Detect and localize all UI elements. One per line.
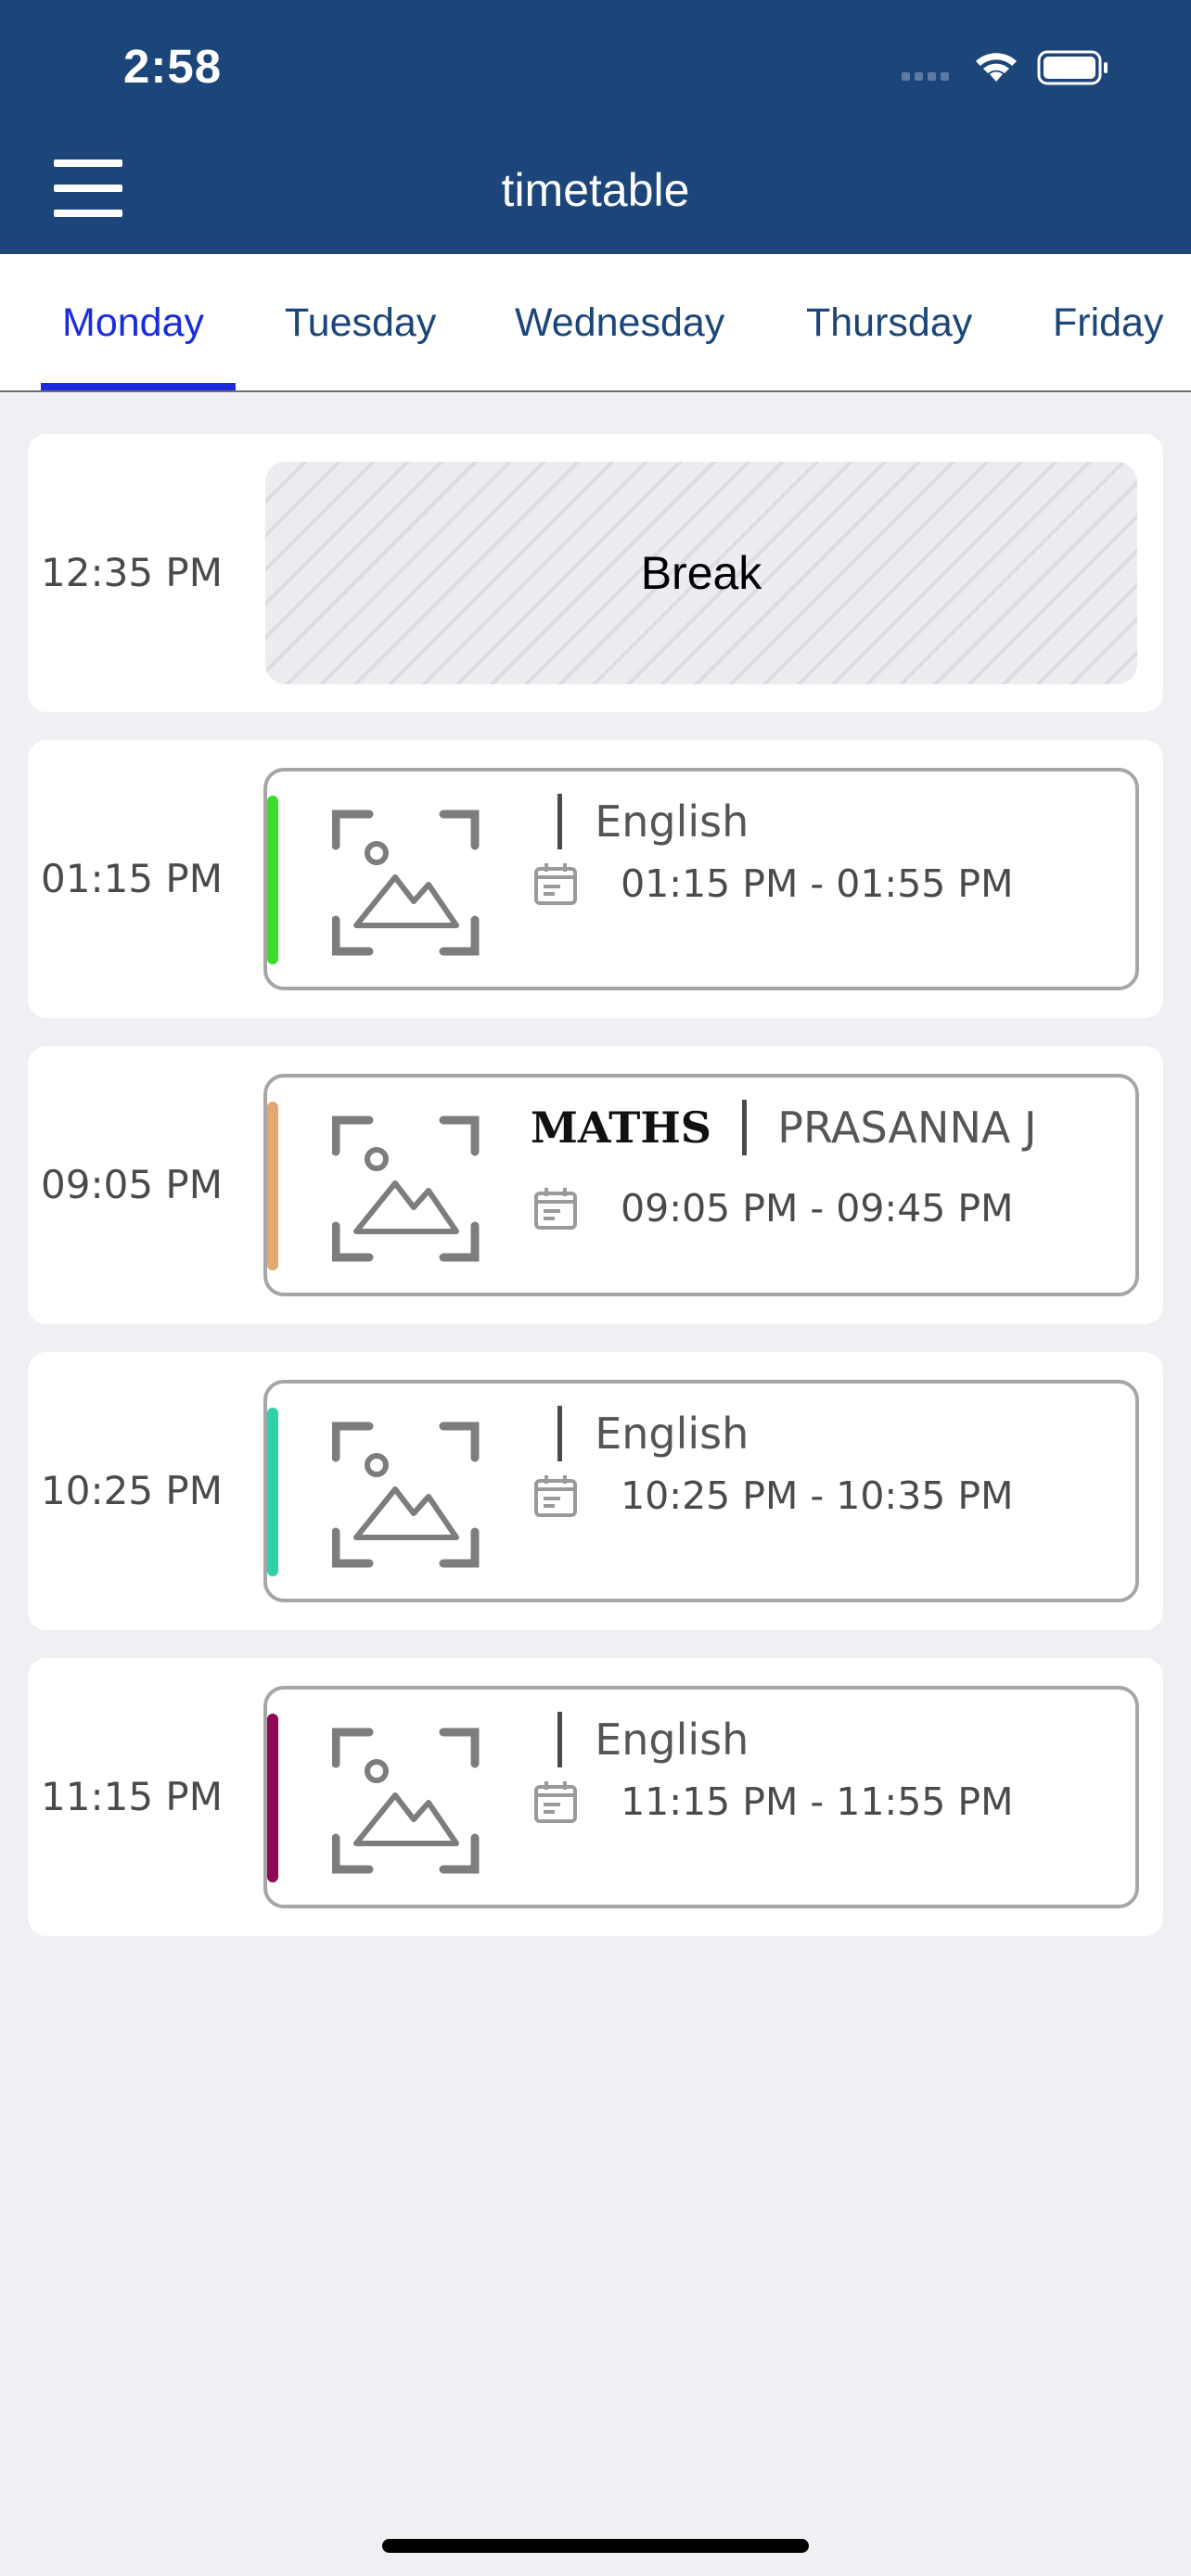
subject-color-bar bbox=[267, 1714, 278, 1882]
image-placeholder-icon bbox=[331, 1421, 480, 1569]
break-card[interactable]: Break bbox=[265, 462, 1137, 684]
time-range: 10:25 PM - 10:35 PM bbox=[532, 1473, 1014, 1528]
subject-separator bbox=[557, 1406, 563, 1461]
schedule-row: 10:25 PM English 10:25 PM - 10:35 PM bbox=[28, 1352, 1163, 1630]
class-card[interactable]: MATHS PRASANNA J 09:05 PM - 09:45 PM bbox=[263, 1074, 1139, 1296]
time-range-text: 11:15 PM - 11:55 PM bbox=[621, 1779, 1014, 1824]
tab-friday[interactable]: Friday bbox=[1053, 254, 1163, 390]
teacher-name: English bbox=[595, 1715, 749, 1765]
tab-wednesday[interactable]: Wednesday bbox=[515, 254, 724, 390]
time-range-text: 09:05 PM - 09:45 PM bbox=[621, 1186, 1014, 1231]
wifi-icon bbox=[976, 53, 1017, 82]
time-range: 11:15 PM - 11:55 PM bbox=[532, 1779, 1014, 1834]
teacher-name: English bbox=[595, 797, 749, 847]
home-indicator[interactable] bbox=[382, 2539, 809, 2553]
schedule-row-break: 12:35 PM Break bbox=[28, 434, 1163, 712]
time-range: 01:15 PM - 01:55 PM bbox=[532, 861, 1014, 916]
subject-separator bbox=[557, 1712, 563, 1767]
class-card[interactable]: English 10:25 PM - 10:35 PM bbox=[263, 1380, 1139, 1602]
subject-line: English bbox=[525, 1406, 749, 1469]
period-time: 09:05 PM bbox=[41, 1162, 223, 1207]
teacher-name: English bbox=[595, 1409, 749, 1459]
image-placeholder-icon bbox=[331, 1115, 480, 1263]
time-range: 09:05 PM - 09:45 PM bbox=[532, 1185, 1014, 1241]
break-label: Break bbox=[640, 547, 762, 599]
subject-color-bar bbox=[267, 1408, 278, 1576]
day-tabs: Monday Tuesday Wednesday Thursday Friday bbox=[0, 254, 1191, 392]
class-card[interactable]: English 11:15 PM - 11:55 PM bbox=[263, 1686, 1139, 1908]
subject-name: MATHS bbox=[531, 1103, 712, 1153]
subject-line: MATHS PRASANNA J bbox=[531, 1100, 1037, 1163]
period-time: 12:35 PM bbox=[41, 550, 223, 595]
battery-icon bbox=[1037, 50, 1108, 85]
subject-line: English bbox=[525, 1712, 749, 1775]
subject-color-bar bbox=[267, 796, 278, 964]
image-placeholder-icon bbox=[331, 1727, 480, 1875]
calendar-icon bbox=[534, 1475, 577, 1517]
calendar-icon bbox=[534, 1781, 577, 1823]
subject-separator bbox=[742, 1100, 748, 1155]
time-range-text: 01:15 PM - 01:55 PM bbox=[621, 861, 1014, 906]
status-time: 2:58 bbox=[123, 40, 223, 93]
subject-color-bar bbox=[267, 1102, 278, 1270]
calendar-icon bbox=[534, 1188, 577, 1230]
subject-separator bbox=[557, 794, 563, 849]
calendar-icon bbox=[534, 863, 577, 905]
tab-thursday[interactable]: Thursday bbox=[806, 254, 972, 390]
period-time: 01:15 PM bbox=[41, 856, 223, 901]
status-icons bbox=[900, 46, 1122, 89]
subject-line: English bbox=[525, 794, 749, 857]
time-range-text: 10:25 PM - 10:35 PM bbox=[621, 1473, 1014, 1518]
period-time: 10:25 PM bbox=[41, 1468, 223, 1513]
schedule-row: 11:15 PM English 11:15 PM - 11:55 PM bbox=[28, 1658, 1163, 1936]
signal-icon bbox=[902, 72, 949, 81]
schedule-row: 09:05 PM MATHS PRASANNA J 09:05 PM - 09:… bbox=[28, 1046, 1163, 1324]
period-time: 11:15 PM bbox=[41, 1774, 223, 1819]
page-title: timetable bbox=[501, 164, 690, 216]
tab-monday[interactable]: Monday bbox=[62, 254, 204, 390]
app-header: 2:58 timetable bbox=[0, 0, 1191, 254]
class-card[interactable]: English 01:15 PM - 01:55 PM bbox=[263, 768, 1139, 990]
image-placeholder-icon bbox=[331, 809, 480, 957]
active-tab-indicator bbox=[41, 383, 236, 390]
schedule-row: 01:15 PM English 01:15 PM - 01:55 PM bbox=[28, 740, 1163, 1018]
tab-tuesday[interactable]: Tuesday bbox=[285, 254, 436, 390]
teacher-name: PRASANNA J bbox=[777, 1103, 1037, 1153]
